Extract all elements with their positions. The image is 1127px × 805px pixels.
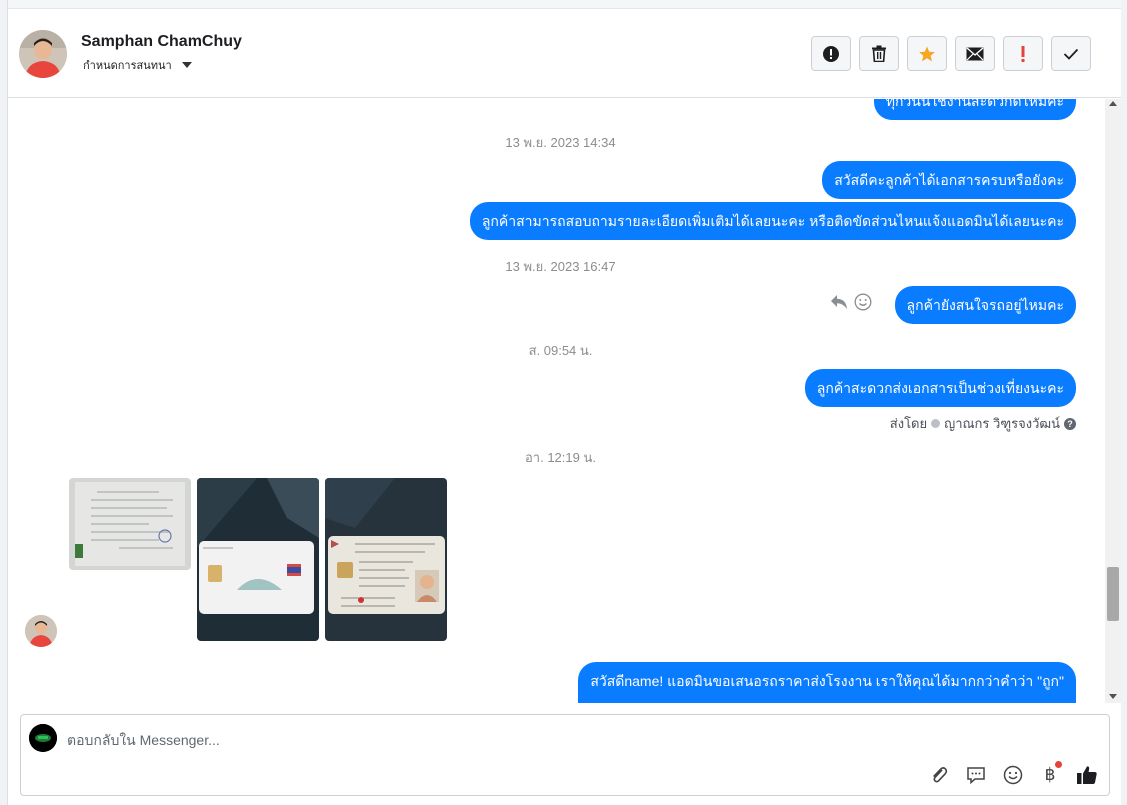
window-frame-left xyxy=(0,0,8,805)
scroll-down-arrow-icon[interactable] xyxy=(1109,694,1117,699)
message-bubble[interactable]: ลูกค้ายังสนใจรถอยู่ไหมคะ xyxy=(894,286,1076,324)
sent-by-info: ส่งโดย ญาณกร วิฑูรจงวัฒน์ ? xyxy=(890,413,1076,434)
attachment-image-card-back[interactable] xyxy=(197,478,319,641)
sent-by-label: ส่งโดย xyxy=(889,416,928,431)
message-thread[interactable]: ทุกวันนี้ใช้งานสะดวกดีไหมค่ะ 13 พ.ย. 202… xyxy=(8,99,1105,703)
chat-scrollbar[interactable] xyxy=(1105,99,1121,703)
timestamp: อา. 12:19 น. xyxy=(525,450,596,465)
header-actions xyxy=(811,36,1091,71)
chat-bubble-icon xyxy=(967,767,985,785)
envelope-icon xyxy=(966,46,984,60)
contact-name: Samphan ChamChuy xyxy=(81,33,242,50)
contact-avatar[interactable] xyxy=(19,30,67,78)
paperclip-icon xyxy=(933,767,948,783)
attachment-button[interactable] xyxy=(927,763,951,787)
message-actions xyxy=(830,293,872,311)
scroll-up-arrow-icon[interactable] xyxy=(1109,101,1117,106)
timestamp: 13 พ.ย. 2023 14:34 xyxy=(505,135,616,150)
check-icon xyxy=(1063,48,1079,60)
reply-composer[interactable]: ตอบกลับใน Messenger... ฿ xyxy=(20,714,1110,796)
notification-dot xyxy=(1055,761,1062,768)
contact-avatar-small[interactable] xyxy=(25,615,57,647)
star-icon xyxy=(919,46,935,61)
user-dot-icon xyxy=(931,419,941,428)
smiley-icon xyxy=(1003,765,1023,785)
attachment-image-document[interactable] xyxy=(69,478,191,570)
message-bubble[interactable]: ลูกค้าสามารถสอบถามรายละเอียดเพิ่มเติมได้… xyxy=(469,202,1076,240)
help-icon[interactable]: ? xyxy=(1064,417,1076,430)
exclamation-icon xyxy=(1021,45,1025,62)
thumbs-up-icon xyxy=(1077,766,1097,784)
spam-button[interactable] xyxy=(811,36,851,71)
attachment-image-id-card[interactable] xyxy=(325,478,447,641)
like-button[interactable] xyxy=(1075,763,1099,787)
conversation-label: กำหนดการสนทนา xyxy=(83,60,172,72)
timestamp: ส. 09:54 น. xyxy=(528,343,593,358)
payment-button[interactable]: ฿ xyxy=(1038,761,1062,787)
baht-icon: ฿ xyxy=(1044,765,1056,785)
important-button[interactable] xyxy=(1003,36,1043,71)
message-bubble[interactable]: สวัสดีคะลูกค้าได้เอกสารครบหรือยังคะ xyxy=(822,161,1076,199)
caret-down-icon xyxy=(181,62,192,68)
timestamp: 13 พ.ย. 2023 16:47 xyxy=(505,259,616,274)
message-bubble[interactable]: ลูกค้าสะดวกส่งเอกสารเป็นช่วงเที่ยงนะคะ xyxy=(804,369,1076,407)
trash-icon xyxy=(872,45,886,62)
composer-tools: ฿ xyxy=(927,761,1099,787)
emoji-button[interactable] xyxy=(1001,763,1025,787)
saved-replies-button[interactable] xyxy=(964,763,988,787)
mark-unread-button[interactable] xyxy=(955,36,995,71)
mark-done-button[interactable] xyxy=(1051,36,1091,71)
window-frame-top xyxy=(8,0,1127,9)
reply-icon[interactable] xyxy=(830,294,848,310)
message-bubble[interactable]: สวัสดีname! แอดมินขอเสนอรถราคาส่งโรงงาน … xyxy=(578,662,1076,703)
exclamation-circle-icon xyxy=(823,45,839,62)
delete-button[interactable] xyxy=(859,36,899,71)
reply-input[interactable]: ตอบกลับใน Messenger... xyxy=(67,730,220,752)
scrollbar-thumb[interactable] xyxy=(1107,567,1119,621)
conversation-header: Samphan ChamChuy กำหนดการสนทนา xyxy=(8,10,1121,98)
conversation-settings-dropdown[interactable]: กำหนดการสนทนา xyxy=(83,56,192,74)
page-avatar xyxy=(29,724,57,752)
star-button[interactable] xyxy=(907,36,947,71)
emoji-react-icon[interactable] xyxy=(854,293,872,311)
sent-by-name: ญาณกร วิฑูรจงวัฒน์ xyxy=(944,416,1060,431)
message-bubble[interactable]: ทุกวันนี้ใช้งานสะดวกดีไหมค่ะ xyxy=(873,99,1076,120)
window-frame-right xyxy=(1121,0,1127,805)
